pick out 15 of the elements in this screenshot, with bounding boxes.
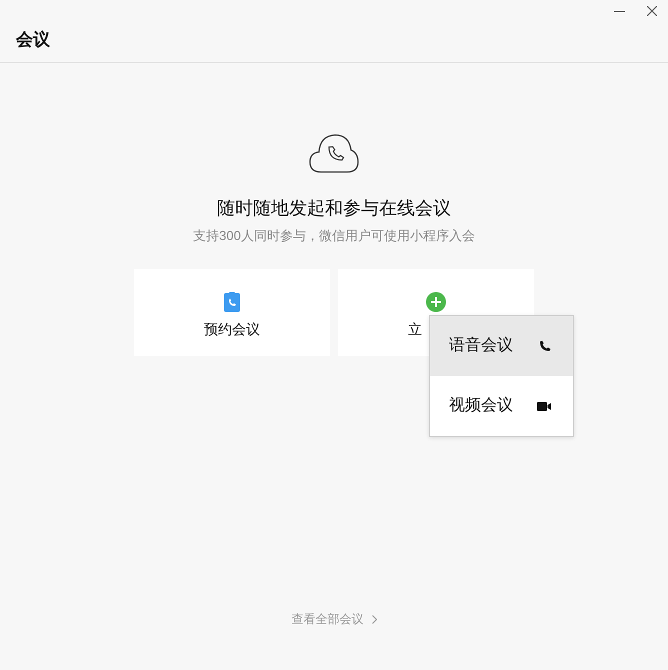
- meeting-card[interactable]: 预约会议: [134, 269, 330, 356]
- subtitle: 支持300人同时参与，微信用户可使用小程序入会: [193, 227, 475, 245]
- card-label: 立: [408, 320, 422, 338]
- heading: 随时随地发起和参与在线会议: [217, 197, 451, 220]
- plus-circle-icon: [426, 292, 446, 312]
- menu-item[interactable]: 视频会议: [430, 376, 573, 436]
- video-camera-icon: [537, 402, 551, 410]
- card-label: 预约会议: [204, 320, 260, 338]
- menu-item[interactable]: 语音会议: [430, 316, 573, 376]
- phone-icon: [539, 340, 551, 352]
- cloud-phone-icon: [309, 134, 359, 174]
- chevron-right-icon: [372, 614, 376, 624]
- close-button[interactable]: [646, 4, 658, 18]
- clipboard-phone-icon: [224, 292, 240, 312]
- window-title: 会议: [16, 29, 50, 51]
